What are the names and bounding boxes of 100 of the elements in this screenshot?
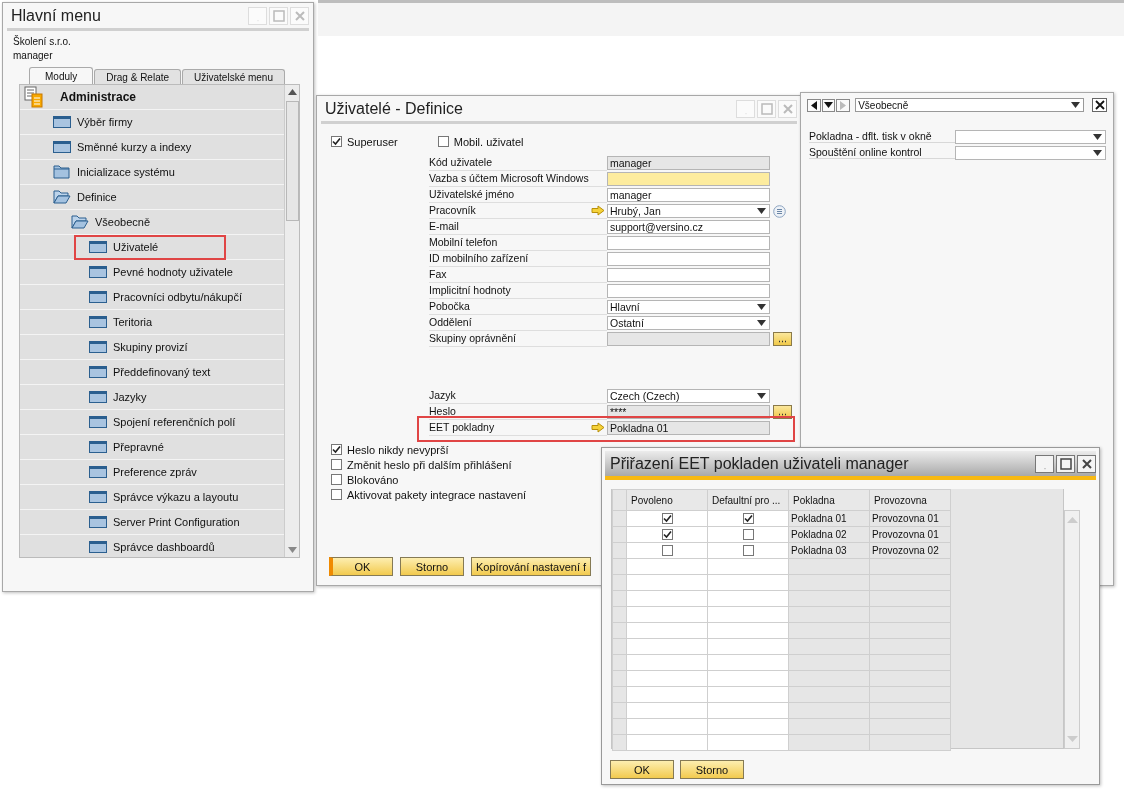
dropdown-icon	[757, 393, 766, 399]
section-dropdown[interactable]: Všeobecně	[855, 98, 1085, 112]
tree-item[interactable]: Předdefinovaný text	[20, 360, 284, 385]
input-field[interactable]	[607, 252, 770, 266]
checkbox[interactable]	[331, 459, 342, 470]
tree-item[interactable]: Uživatelé	[20, 235, 284, 260]
column-header[interactable]: Defaultní pro ...	[707, 489, 789, 511]
input-field[interactable]: Pokladna 01	[607, 421, 770, 435]
dropdown-button[interactable]	[821, 98, 836, 112]
input-field[interactable]: Czech (Czech)	[607, 389, 770, 403]
close-icon	[293, 9, 306, 22]
dialog-button[interactable]: Storno	[680, 760, 744, 779]
column-header[interactable]: Povoleno	[626, 489, 708, 511]
window-icon	[89, 441, 107, 453]
company-name: Školení s.r.o.	[13, 36, 72, 47]
dropdown-field[interactable]	[955, 129, 1106, 144]
tree-item[interactable]: Definice	[20, 185, 284, 210]
scrollbar-thumb[interactable]	[285, 101, 299, 221]
field-label: EET pokladny	[429, 420, 589, 436]
column-header[interactable]: Pokladna	[788, 489, 870, 511]
minimize-button[interactable]	[1035, 454, 1054, 473]
tree-item[interactable]: Jazyky	[20, 385, 284, 410]
checkbox[interactable]	[661, 545, 673, 557]
tree-item[interactable]: Správce dashboardů	[20, 535, 284, 557]
link-arrow-icon[interactable]	[591, 422, 605, 433]
tree-item[interactable]: Pevné hodnoty uživatele	[20, 260, 284, 285]
checkbox[interactable]	[331, 489, 342, 500]
form-button[interactable]: Storno	[400, 557, 464, 576]
input-field[interactable]	[607, 268, 770, 282]
tree-item[interactable]: Správce výkazu a layoutu	[20, 485, 284, 510]
scrollbar[interactable]	[284, 85, 299, 557]
close-button[interactable]	[1077, 454, 1096, 473]
input-field[interactable]: Ostatní	[607, 316, 770, 330]
maximize-button[interactable]	[1056, 454, 1075, 473]
field-label: Pracovník	[429, 203, 589, 219]
open-folder-icon	[71, 215, 89, 229]
checkbox[interactable]	[331, 444, 342, 455]
tree-item[interactable]: Přepravné	[20, 435, 284, 460]
input-field[interactable]	[607, 236, 770, 250]
input-field[interactable]	[607, 332, 770, 346]
window-icon	[89, 416, 107, 428]
column-header[interactable]: Provozovna	[869, 489, 951, 511]
window-title: Přiřazení EET pokladen uživateli manager	[610, 454, 909, 473]
form-button[interactable]: Kopírování nastavení f	[471, 557, 592, 576]
tree-item[interactable]: Výběr firmy	[20, 110, 284, 135]
checkbox-label: Superuser	[347, 135, 398, 148]
input-field[interactable]: Hrubý, Jan	[607, 204, 770, 218]
tab[interactable]: Uživatelské menu	[182, 69, 285, 84]
checkbox[interactable]	[331, 136, 342, 147]
tree-item[interactable]: Server Print Configuration	[20, 510, 284, 535]
checkbox[interactable]	[661, 529, 673, 541]
tree-item[interactable]: Inicializace systému	[20, 160, 284, 185]
form-button[interactable]: OK	[329, 557, 393, 576]
field-label: Kód uživatele	[429, 155, 589, 171]
dropdown-icon	[757, 304, 766, 310]
dialog-button[interactable]: OK	[610, 760, 674, 779]
window-title: Hlavní menu	[11, 6, 101, 25]
checkbox[interactable]	[742, 513, 754, 525]
dropdown-icon	[757, 320, 766, 326]
input-field[interactable]: support@versino.cz	[607, 220, 770, 234]
list-icon[interactable]	[773, 204, 786, 218]
tab[interactable]: Drag & Relate	[94, 69, 182, 84]
close-icon	[1080, 457, 1093, 470]
maximize-icon	[272, 9, 285, 22]
input-field[interactable]: manager	[607, 156, 770, 170]
tree-item[interactable]: Spojení referenčních polí	[20, 410, 284, 435]
tree-item[interactable]: Pracovníci odbytu/nákupčí	[20, 285, 284, 310]
dropdown-field[interactable]	[955, 145, 1106, 160]
dropdown-icon	[757, 208, 766, 214]
tab[interactable]: Moduly	[29, 67, 94, 84]
previous-button[interactable]	[807, 98, 821, 112]
dropdown-icon	[1071, 102, 1081, 108]
close-button[interactable]	[1092, 98, 1107, 112]
lookup-button[interactable]	[773, 332, 792, 346]
window-icon	[89, 541, 107, 553]
window-icon	[89, 391, 107, 403]
input-field[interactable]	[607, 172, 770, 186]
link-arrow-icon[interactable]	[591, 205, 605, 216]
checkbox[interactable]	[437, 136, 449, 147]
checkbox[interactable]	[331, 474, 342, 485]
tree-item[interactable]: Všeobecně	[20, 210, 284, 235]
checkbox-label: Blokováno	[347, 473, 399, 486]
input-field[interactable]	[607, 284, 770, 298]
checkbox[interactable]	[742, 529, 754, 541]
field-label: Implicitní hodnoty	[429, 283, 589, 299]
scrollbar[interactable]	[1064, 510, 1080, 749]
tree-item[interactable]: Administrace	[20, 85, 284, 110]
field-label: Uživatelské jméno	[429, 187, 589, 203]
tree-item[interactable]: Preference zpráv	[20, 460, 284, 485]
checkbox[interactable]	[661, 513, 673, 525]
window-icon	[89, 266, 107, 278]
tree-item[interactable]: Teritoria	[20, 310, 284, 335]
window-title: Uživatelé - Definice	[325, 99, 463, 118]
field-label: Oddělení	[429, 315, 589, 331]
tree-item[interactable]: Směnné kurzy a indexy	[20, 135, 284, 160]
field-label: Jazyk	[429, 388, 589, 404]
tree-item[interactable]: Skupiny provizí	[20, 335, 284, 360]
input-field[interactable]: manager	[607, 188, 770, 202]
input-field[interactable]: Hlavní	[607, 300, 770, 314]
checkbox[interactable]	[742, 545, 754, 557]
